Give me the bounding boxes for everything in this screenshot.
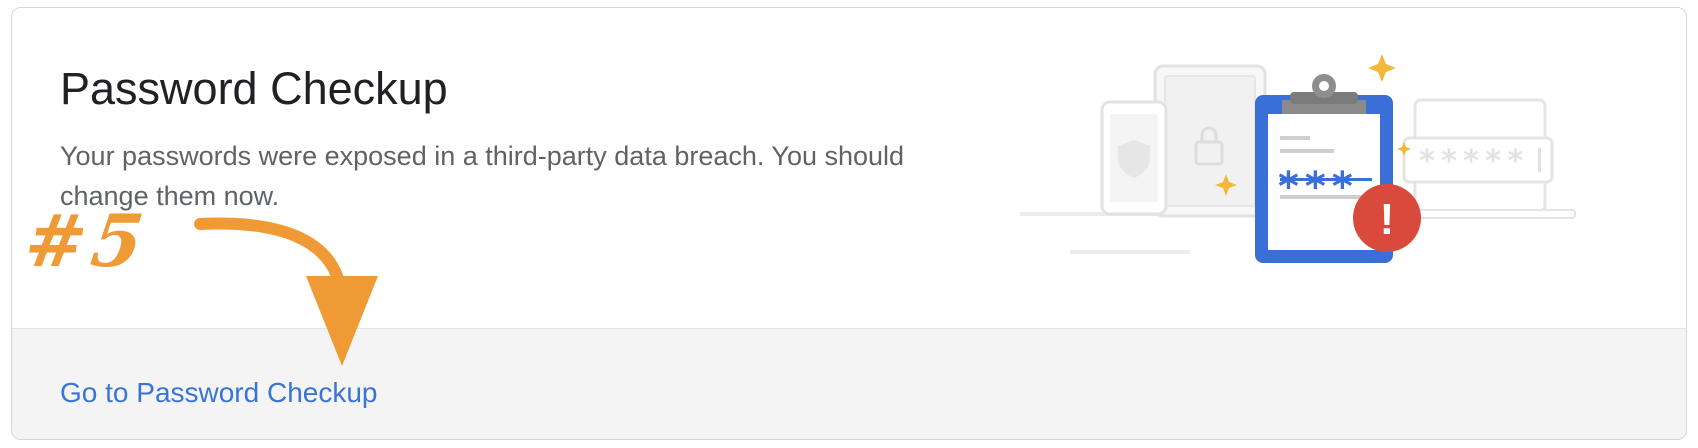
ground-shadow [1070, 250, 1190, 254]
clipboard-password-stars: *** [1278, 164, 1359, 210]
alert-badge-icon: ! [1353, 184, 1421, 252]
card-footer: Go to Password Checkup [12, 328, 1686, 439]
tablet-icon [1153, 64, 1267, 218]
password-breach-illustration: ***** *** ! [1020, 54, 1576, 263]
password-field-icon: ***** [1402, 136, 1554, 184]
alert-symbol: ! [1380, 195, 1395, 244]
phone-icon [1100, 100, 1168, 216]
go-to-password-checkup-link[interactable]: Go to Password Checkup [60, 377, 378, 409]
card-title: Password Checkup [60, 63, 448, 114]
card-description: Your passwords were exposed in a third-p… [60, 141, 905, 211]
annotation-label: #5 [20, 198, 155, 283]
masked-password: ***** [1418, 144, 1528, 179]
